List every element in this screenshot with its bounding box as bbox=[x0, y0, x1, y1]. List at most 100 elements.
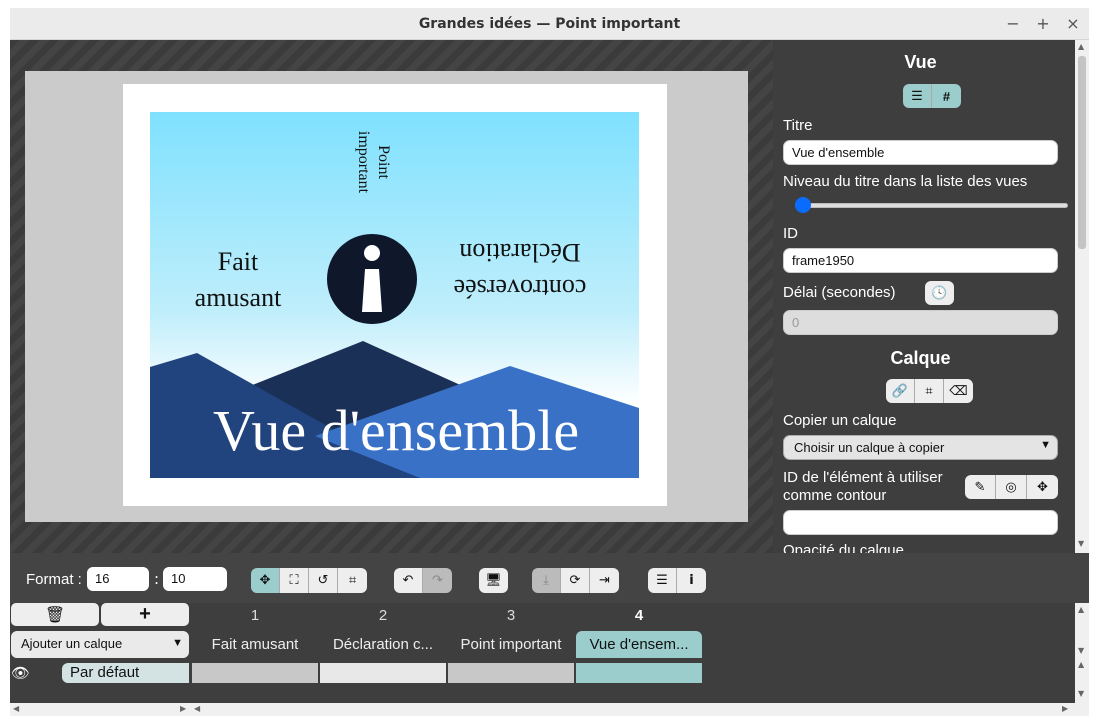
format-label: Format : bbox=[26, 571, 82, 588]
settings-button[interactable]: ☰ bbox=[648, 568, 677, 593]
hash-icon: # bbox=[942, 88, 951, 104]
layer-visibility-toggle[interactable]: 👁 bbox=[11, 664, 30, 682]
move-button[interactable]: ✥ bbox=[251, 568, 280, 593]
frame-tab-3[interactable]: Point important bbox=[448, 631, 574, 658]
move-outline-button[interactable]: ✥ bbox=[1027, 475, 1058, 499]
list-view-button[interactable]: ☰ bbox=[903, 84, 932, 108]
frame-number-2: 2 bbox=[378, 607, 388, 624]
view-mode-toggle: ☰ # bbox=[903, 84, 961, 108]
layer-name[interactable]: Par défaut bbox=[62, 663, 189, 683]
scroll-down-icon[interactable]: ▼ bbox=[1078, 689, 1084, 698]
title-level-slider-thumb[interactable] bbox=[795, 197, 811, 213]
scroll-down-icon[interactable]: ▼ bbox=[1078, 539, 1084, 548]
eye-off-icon: ◎ bbox=[1005, 479, 1017, 494]
list-icon: ☰ bbox=[911, 88, 923, 103]
reload-button[interactable]: ⟳ bbox=[561, 568, 590, 593]
properties-panel: Vue ☰ # Titre Vue d'ensemble Niveau du t… bbox=[773, 40, 1075, 553]
title-input[interactable]: Vue d'ensemble bbox=[783, 140, 1058, 165]
horizontal-scrollbar[interactable]: ◀ ▶ ◀ ▶ bbox=[10, 703, 1089, 716]
scroll-up-icon[interactable]: ▲ bbox=[1078, 605, 1084, 614]
layer-opacity-label: Opacité du calque bbox=[783, 542, 904, 553]
fullscreen-icon: ⛶ bbox=[289, 573, 299, 588]
panel-scrollbar[interactable]: ▲ ▼ bbox=[1075, 40, 1089, 553]
chevron-down-icon: ▼ bbox=[172, 637, 183, 649]
move-icon: ✥ bbox=[259, 573, 271, 588]
timeline-vscroll[interactable]: ▲ ▼ ▲ ▼ bbox=[1075, 603, 1089, 703]
frame-number-1: 1 bbox=[250, 607, 260, 624]
layer-cell-3[interactable] bbox=[448, 663, 574, 683]
magic-wand-icon: ✎ bbox=[974, 479, 986, 494]
preview-button[interactable]: 🖥 bbox=[479, 568, 508, 593]
frame-tab-2[interactable]: Déclaration c... bbox=[320, 631, 446, 658]
format-height-input[interactable]: 10 bbox=[163, 567, 227, 591]
crop-tool-button[interactable]: ⌗ bbox=[338, 568, 367, 593]
scroll-up-icon[interactable]: ▲ bbox=[1078, 660, 1084, 669]
layer-cell-2[interactable] bbox=[320, 663, 446, 683]
frame-tab-4[interactable]: Vue d'ensem... bbox=[576, 631, 702, 658]
plus-icon: + bbox=[139, 603, 151, 625]
hide-outline-button[interactable]: ◎ bbox=[996, 475, 1027, 499]
presentation-stage: Fait amusant controversée Déclaration Po… bbox=[10, 40, 773, 553]
toolbar: Format : 16 : 10 ✥ ⛶ ↺ ⌗ ↶ ↷ 🖥 ⤓ ⟳ ⇥ ☰ i bbox=[10, 553, 1089, 603]
rotate-button[interactable]: ↺ bbox=[309, 568, 338, 593]
move-icon: ✥ bbox=[1037, 479, 1048, 494]
layer-cell-1[interactable] bbox=[192, 663, 318, 683]
layer-actions: 🔗 ⌗ ⌫ bbox=[886, 379, 973, 403]
crop-button[interactable]: ⌗ bbox=[915, 379, 944, 403]
title-level-slider[interactable] bbox=[795, 203, 1068, 208]
add-frame-button[interactable]: + bbox=[101, 603, 189, 626]
undo-button[interactable]: ↶ bbox=[394, 568, 423, 593]
minimize-button[interactable]: − bbox=[1003, 14, 1023, 34]
slide-text-fait: Fait bbox=[218, 247, 259, 276]
download-button[interactable]: ⤓ bbox=[532, 568, 561, 593]
outline-id-input[interactable] bbox=[783, 510, 1058, 535]
scroll-up-icon[interactable]: ▲ bbox=[1078, 42, 1084, 51]
info-button[interactable]: i bbox=[677, 568, 706, 593]
number-view-button[interactable]: # bbox=[932, 84, 961, 108]
add-layer-select[interactable]: Ajouter un calque ▼ bbox=[11, 631, 189, 658]
delay-input[interactable]: 0 bbox=[783, 310, 1058, 335]
settings-group: ☰ i bbox=[648, 568, 706, 593]
delay-timer-button[interactable]: 🕓 bbox=[925, 281, 954, 305]
layer-cell-4[interactable] bbox=[576, 663, 702, 683]
export-button[interactable]: ⇥ bbox=[590, 568, 619, 593]
scrollbar-thumb[interactable] bbox=[1078, 56, 1086, 249]
eye-icon: 👁 bbox=[11, 665, 31, 682]
delete-frame-button[interactable]: 🗑 bbox=[11, 603, 99, 626]
view-heading: Vue bbox=[904, 52, 937, 72]
undo-icon: ↶ bbox=[402, 573, 414, 588]
delay-timer-group: 🕓 bbox=[925, 281, 954, 305]
slide-canvas[interactable]: Fait amusant controversée Déclaration Po… bbox=[150, 112, 639, 478]
app-window: Grandes idées — Point important − + × Fa… bbox=[0, 0, 1099, 725]
link-button[interactable]: 🔗 bbox=[886, 379, 915, 403]
sync-icon: ⟳ bbox=[569, 573, 581, 588]
scroll-down-icon[interactable]: ▼ bbox=[1078, 646, 1084, 655]
close-button[interactable]: × bbox=[1063, 14, 1083, 34]
outline-actions: ✎ ◎ ✥ bbox=[965, 475, 1058, 499]
magic-wand-button[interactable]: ✎ bbox=[965, 475, 996, 499]
stage-background: Fait amusant controversée Déclaration Po… bbox=[25, 71, 748, 522]
copy-layer-select[interactable]: Choisir un calque à copier ▼ bbox=[783, 435, 1058, 460]
frame-tab-1[interactable]: Fait amusant bbox=[192, 631, 318, 658]
scroll-right-icon[interactable]: ▶ bbox=[1062, 704, 1068, 713]
slide-title: Vue d'ensemble bbox=[213, 398, 579, 463]
slide-page[interactable]: Fait amusant controversée Déclaration Po… bbox=[123, 84, 667, 506]
transform-group: ✥ ⛶ ↺ ⌗ bbox=[251, 568, 367, 593]
trash-icon: 🗑 bbox=[44, 606, 66, 624]
id-input[interactable]: frame1950 bbox=[783, 248, 1058, 273]
redo-button[interactable]: ↷ bbox=[423, 568, 452, 593]
title-level-label: Niveau du titre dans la liste des vues bbox=[783, 173, 1028, 190]
scroll-right-icon[interactable]: ▶ bbox=[180, 704, 186, 713]
info-icon: i bbox=[689, 573, 694, 588]
fit-button[interactable]: ⛶ bbox=[280, 568, 309, 593]
frame-number-4: 4 bbox=[634, 607, 644, 624]
maximize-button[interactable]: + bbox=[1033, 14, 1053, 34]
crop-icon: ⌗ bbox=[925, 383, 933, 398]
scroll-left-icon[interactable]: ◀ bbox=[194, 704, 200, 713]
slide-text-controversee: controversée bbox=[454, 274, 587, 303]
format-width-input[interactable]: 16 bbox=[87, 567, 149, 591]
slide-text-amusant: amusant bbox=[195, 283, 282, 312]
eraser-button[interactable]: ⌫ bbox=[944, 379, 973, 403]
scroll-left-icon[interactable]: ◀ bbox=[13, 704, 19, 713]
window-title: Grandes idées — Point important bbox=[418, 16, 681, 32]
